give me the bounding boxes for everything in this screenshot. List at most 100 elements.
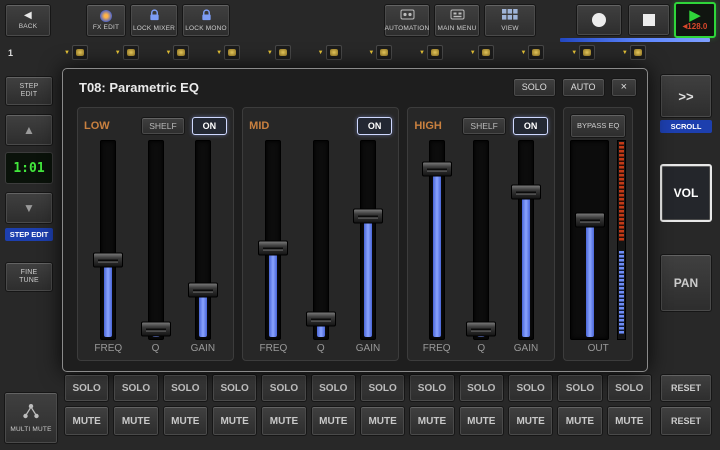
track-pad[interactable]: ▼ (64, 45, 94, 60)
pan-tab[interactable]: PAN (660, 254, 712, 312)
solo-button[interactable]: SOLO (163, 374, 208, 402)
solo-button[interactable]: SOLO (409, 374, 454, 402)
track-pad[interactable]: ▼ (165, 45, 195, 60)
high-shelf-button[interactable]: SHELF (462, 117, 505, 135)
fx-edit-button[interactable]: FX EDIT (86, 4, 126, 37)
track-pad[interactable]: ▼ (419, 45, 449, 60)
high-q-slider[interactable]: Q (459, 140, 504, 356)
track-pad[interactable]: ▼ (470, 45, 500, 60)
slider-track[interactable] (518, 140, 534, 340)
solo-button[interactable]: SOLO (557, 374, 602, 402)
slider-handle[interactable] (141, 322, 171, 337)
slider-handle[interactable] (188, 282, 218, 297)
vol-tab-selected[interactable]: VOL (660, 164, 712, 222)
track-pad[interactable]: ▼ (368, 45, 398, 60)
main-menu-button[interactable]: MAIN MENU (434, 4, 480, 37)
play-button[interactable]: ▶ ◀128.0 (674, 2, 716, 38)
slider-handle[interactable] (422, 161, 452, 176)
record-button[interactable] (576, 4, 622, 36)
mute-button[interactable]: MUTE (311, 406, 356, 436)
slider-handle[interactable] (466, 322, 496, 337)
solo-button[interactable]: SOLO (360, 374, 405, 402)
bypass-eq-button[interactable]: BYPASS EQ (570, 114, 626, 138)
solo-button[interactable]: SOLO (311, 374, 356, 402)
mute-button[interactable]: MUTE (459, 406, 504, 436)
eq-auto-button[interactable]: AUTO (562, 78, 605, 97)
step-up-button[interactable]: ▲ (5, 114, 53, 146)
reset-solo-button[interactable]: RESET (660, 374, 712, 402)
high-freq-slider[interactable]: FREQ (414, 140, 459, 356)
view-button[interactable]: VIEW (484, 4, 536, 37)
mute-button[interactable]: MUTE (557, 406, 602, 436)
view-grid-icon (502, 9, 518, 22)
solo-button[interactable]: SOLO (607, 374, 652, 402)
multi-mute-button[interactable]: MULTI MUTE (4, 392, 58, 444)
solo-button[interactable]: SOLO (113, 374, 158, 402)
low-gain-slider[interactable]: GAIN (180, 140, 226, 356)
lock-mixer-button[interactable]: LOCK MIXER (130, 4, 178, 37)
close-icon[interactable]: × (611, 78, 637, 97)
step-down-button[interactable]: ▼ (5, 192, 53, 224)
step-edit-button[interactable]: STEP EDIT (5, 76, 53, 106)
eq-section-out: BYPASS EQ OUT (563, 107, 633, 361)
automation-button[interactable]: AUTOMATION (384, 4, 430, 37)
mute-button[interactable]: MUTE (261, 406, 306, 436)
slider-track[interactable] (100, 140, 116, 340)
back-button[interactable]: ◀ BACK (5, 4, 51, 37)
stop-button[interactable] (628, 4, 670, 36)
mid-on-button[interactable]: ON (357, 117, 393, 135)
track-pad[interactable]: ▼ (622, 45, 652, 60)
track-pad[interactable]: ▼ (520, 45, 550, 60)
step-marker-icon: ▼ (216, 50, 222, 56)
slider-track[interactable] (360, 140, 376, 340)
mute-button[interactable]: MUTE (113, 406, 158, 436)
solo-button[interactable]: SOLO (459, 374, 504, 402)
mute-button[interactable]: MUTE (163, 406, 208, 436)
high-on-button[interactable]: ON (513, 117, 549, 135)
slider-handle[interactable] (353, 209, 383, 224)
slider-track[interactable] (570, 140, 609, 340)
fine-tune-button[interactable]: FINE TUNE (5, 262, 53, 292)
high-gain-slider[interactable]: GAIN (504, 140, 549, 356)
track-pad[interactable]: ▼ (267, 45, 297, 60)
drum-pad-icon (224, 45, 240, 60)
solo-button[interactable]: SOLO (64, 374, 109, 402)
mute-button[interactable]: MUTE (409, 406, 454, 436)
slider-handle[interactable] (306, 312, 336, 327)
slider-handle[interactable] (258, 240, 288, 255)
low-shelf-button[interactable]: SHELF (141, 117, 184, 135)
solo-button[interactable]: SOLO (508, 374, 553, 402)
track-pad[interactable]: ▼ (216, 45, 246, 60)
out-slider[interactable] (570, 140, 626, 340)
slider-handle[interactable] (575, 213, 605, 228)
slider-handle[interactable] (511, 185, 541, 200)
solo-button[interactable]: SOLO (261, 374, 306, 402)
mute-button[interactable]: MUTE (212, 406, 257, 436)
eq-solo-button[interactable]: SOLO (513, 78, 556, 97)
mute-button[interactable]: MUTE (64, 406, 109, 436)
slider-track[interactable] (429, 140, 445, 340)
track-pad[interactable]: ▼ (571, 45, 601, 60)
mute-button[interactable]: MUTE (360, 406, 405, 436)
slider-track[interactable] (313, 140, 329, 340)
lock-mono-button[interactable]: LOCK MONO (182, 4, 230, 37)
mid-gain-slider[interactable]: GAIN (345, 140, 391, 356)
slider-handle[interactable] (93, 252, 123, 267)
slider-track[interactable] (265, 140, 281, 340)
track-pad[interactable]: ▼ (318, 45, 348, 60)
slider-track[interactable] (473, 140, 489, 340)
track-pad[interactable]: ▼ (115, 45, 145, 60)
low-on-button[interactable]: ON (192, 117, 228, 135)
slider-track[interactable] (148, 140, 164, 340)
scroll-button[interactable]: >> (660, 74, 712, 118)
slider-track[interactable] (195, 140, 211, 340)
mid-q-slider[interactable]: Q (298, 140, 344, 356)
mute-button[interactable]: MUTE (508, 406, 553, 436)
solo-button[interactable]: SOLO (212, 374, 257, 402)
mid-freq-slider[interactable]: FREQ (250, 140, 296, 356)
low-q-slider[interactable]: Q (133, 140, 179, 356)
reset-mute-button[interactable]: RESET (660, 406, 712, 436)
mute-button[interactable]: MUTE (607, 406, 652, 436)
low-freq-slider[interactable]: FREQ (85, 140, 131, 356)
drum-pad-icon (478, 45, 494, 60)
